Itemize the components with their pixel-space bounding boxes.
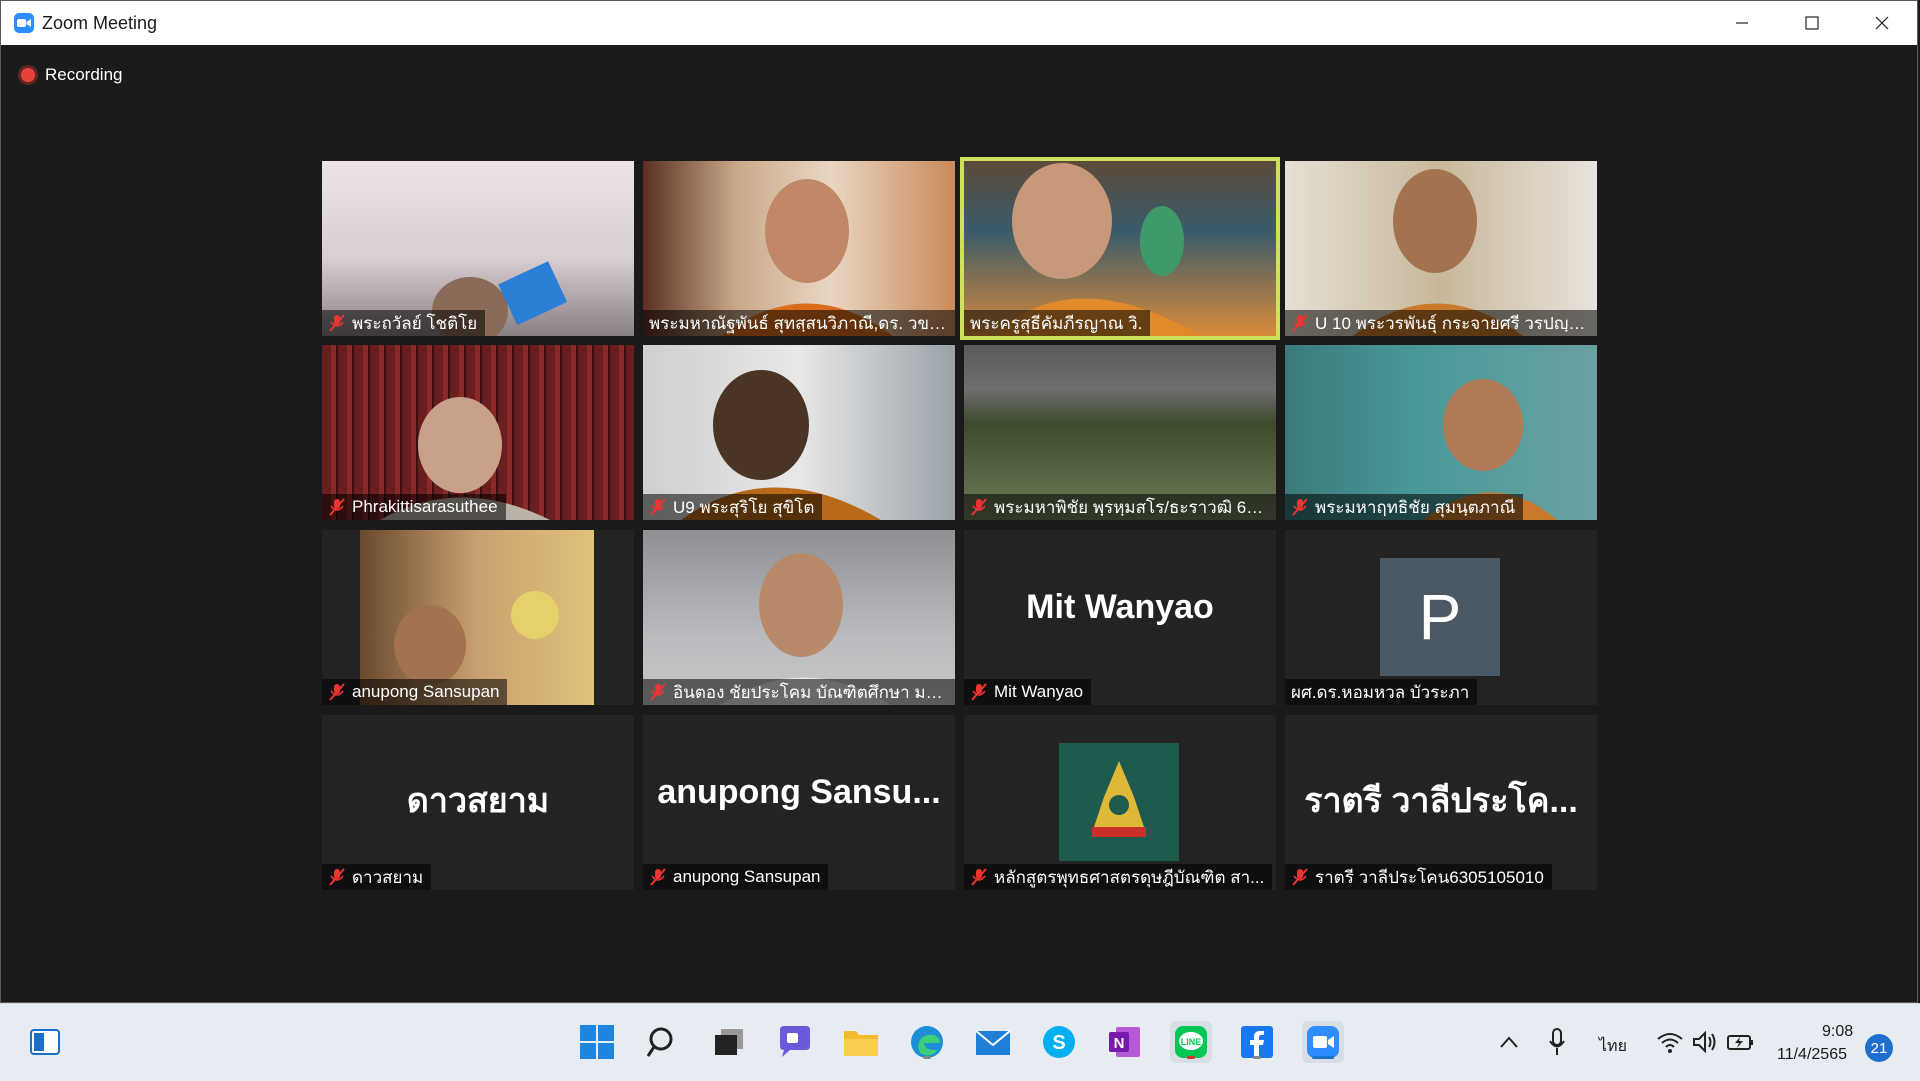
muted-mic-icon: [650, 498, 666, 516]
participant-name: Mit Wanyao: [994, 682, 1084, 701]
participant-name-bar: ผศ.ดร.หอมหวล บัวระภา: [1285, 679, 1478, 705]
participant-name-bar: ดาวสยาม: [322, 864, 432, 890]
participant-tile[interactable]: Mit Wanyao Mit Wanyao: [964, 530, 1276, 705]
muted-mic-icon: [971, 683, 987, 701]
task-view-icon[interactable]: [708, 1021, 750, 1063]
participant-name: ผศ.ดร.หอมหวล บัวระภา: [1291, 682, 1470, 702]
participant-name: anupong Sansupan: [673, 867, 821, 886]
participant-name-bar: พระมหาพิชัย พฺรหฺมสโร/ธะราวฒิ 63...: [964, 494, 1276, 520]
notification-indicator: [1187, 1056, 1195, 1059]
widgets-icon[interactable]: [24, 1021, 66, 1063]
teams-chat-icon[interactable]: [774, 1021, 816, 1063]
participant-name: อินตอง ชัยประโคม บัณฑิตศึกษา มจ...: [673, 682, 947, 702]
svg-text:LINE: LINE: [1181, 1037, 1202, 1047]
muted-mic-icon: [329, 868, 345, 886]
clock-time[interactable]: 9:08: [1822, 1023, 1853, 1041]
participant-tile[interactable]: U 10 พระวรพันธุ์ กระจายศรี วรปญฺโญ: [1285, 161, 1597, 336]
participant-name: ดาวสยาม: [352, 867, 424, 887]
microphone-icon[interactable]: [1542, 1021, 1572, 1063]
participant-name-bar: U9 พระสุริโย สุขิโต: [643, 494, 823, 520]
notification-badge[interactable]: 21: [1865, 1034, 1893, 1062]
participant-name-bar: พระครูสุธีคัมภีรญาณ วิ.: [964, 310, 1151, 336]
taskbar: S N LINE ไทย 9:08 11/4/2565 21: [0, 1003, 1920, 1081]
clock-date[interactable]: 11/4/2565: [1777, 1046, 1847, 1064]
muted-mic-icon: [650, 683, 666, 701]
participant-name: พระมหาณัฐพันธ์ สุทสฺสนวิภาณี,ดร. วข.ข...: [649, 313, 947, 333]
participant-tile[interactable]: พระมหาพิชัย พฺรหฺมสโร/ธะราวฒิ 63...: [964, 345, 1276, 520]
participant-name: พระมหาฤทธิชัย สุมนฺตภาณี: [1315, 497, 1516, 517]
speaker-icon[interactable]: [1690, 1021, 1720, 1063]
participant-name-bar: anupong Sansupan: [322, 679, 508, 705]
participant-display-name: ดาวสยาม: [406, 782, 550, 820]
avatar: P: [1380, 558, 1500, 676]
participant-display-name: anupong Sansu...: [657, 773, 941, 811]
running-indicator: [1253, 1056, 1261, 1059]
participant-name-bar: anupong Sansupan: [643, 864, 829, 890]
participant-name: U9 พระสุริโย สุขิโต: [673, 497, 815, 517]
participant-tile[interactable]: พระมหาณัฐพันธ์ สุทสฺสนวิภาณี,ดร. วข.ข...: [643, 161, 955, 336]
mail-icon[interactable]: [972, 1021, 1014, 1063]
svg-text:N: N: [1114, 1035, 1125, 1052]
participant-name-bar: ราตรี วาลีประโคน6305105010: [1285, 864, 1552, 890]
onenote-icon[interactable]: N: [1104, 1021, 1146, 1063]
participant-name-bar: พระมหาณัฐพันธ์ สุทสฺสนวิภาณี,ดร. วข.ข...: [643, 310, 955, 336]
participant-tile[interactable]: อินตอง ชัยประโคม บัณฑิตศึกษา มจ...: [643, 530, 955, 705]
muted-mic-icon: [329, 314, 345, 332]
participant-tile[interactable]: ดาวสยาม ดาวสยาม: [322, 715, 634, 890]
participant-name-bar: อินตอง ชัยประโคม บัณฑิตศึกษา มจ...: [643, 679, 955, 705]
edge-icon[interactable]: [906, 1021, 948, 1063]
facebook-icon[interactable]: [1236, 1021, 1278, 1063]
zoom-meeting-window: Zoom Meeting Recording พระถวัลย์ โชติโย …: [0, 0, 1918, 1003]
muted-mic-icon: [329, 683, 345, 701]
zoom-icon[interactable]: [1302, 1021, 1344, 1063]
skype-icon[interactable]: S: [1038, 1021, 1080, 1063]
participant-tile[interactable]: Phrakittisarasuthee: [322, 345, 634, 520]
participant-tile[interactable]: U9 พระสุริโย สุขิโต: [643, 345, 955, 520]
running-indicator: [923, 1056, 931, 1059]
muted-mic-icon: [971, 498, 987, 516]
participant-tile[interactable]: anupong Sansu... anupong Sansupan: [643, 715, 955, 890]
participant-name: anupong Sansupan: [352, 682, 500, 701]
muted-mic-icon: [971, 868, 987, 886]
chevron-up-icon[interactable]: [1494, 1021, 1524, 1063]
muted-mic-icon: [1292, 314, 1308, 332]
participant-tile[interactable]: anupong Sansupan: [322, 530, 634, 705]
participant-tile[interactable]: พระมหาฤทธิชัย สุมนฺตภาณี: [1285, 345, 1597, 520]
participant-tile-active-speaker[interactable]: พระครูสุธีคัมภีรญาณ วิ.: [960, 157, 1280, 340]
participant-name: Phrakittisarasuthee: [352, 497, 498, 516]
muted-mic-icon: [1292, 868, 1308, 886]
search-icon[interactable]: [642, 1021, 684, 1063]
participant-display-name: Mit Wanyao: [1026, 588, 1214, 626]
participant-name-bar: U 10 พระวรพันธุ์ กระจายศรี วรปญฺโญ: [1285, 310, 1597, 336]
svg-text:S: S: [1052, 1032, 1065, 1054]
participant-name: พระครูสุธีคัมภีรญาณ วิ.: [970, 313, 1143, 333]
line-icon[interactable]: LINE: [1170, 1021, 1212, 1063]
wifi-icon[interactable]: [1655, 1021, 1685, 1063]
participant-name-bar: พระมหาฤทธิชัย สุมนฺตภาณี: [1285, 494, 1524, 520]
active-app-indicator: [1312, 1056, 1334, 1059]
participant-name: หลักสูตรพุทธศาสตรดุษฎีบัณฑิต สา...: [994, 867, 1265, 887]
participant-name-bar: พระถวัลย์ โชติโย: [322, 310, 486, 336]
participant-tile[interactable]: พระถวัลย์ โชติโย: [322, 161, 634, 336]
participant-name-bar: Phrakittisarasuthee: [322, 494, 506, 520]
input-language-indicator[interactable]: ไทย: [1599, 1034, 1627, 1059]
participant-name-bar: Mit Wanyao: [964, 679, 1092, 705]
participant-name: พระมหาพิชัย พฺรหฺมสโร/ธะราวฒิ 63...: [994, 497, 1268, 517]
participant-name: ราตรี วาลีประโคน6305105010: [1315, 867, 1544, 887]
participant-tile[interactable]: ราตรี วาลีประโค... ราตรี วาลีประโคน63051…: [1285, 715, 1597, 890]
university-logo: [1059, 743, 1179, 861]
participant-tile[interactable]: หลักสูตรพุทธศาสตรดุษฎีบัณฑิต สา...: [964, 715, 1276, 890]
battery-charging-icon[interactable]: [1726, 1021, 1756, 1063]
video-grid: พระถวัลย์ โชติโย พระมหาณัฐพันธ์ สุทสฺสนว…: [1, 1, 1920, 1004]
participant-name-bar: หลักสูตรพุทธศาสตรดุษฎีบัณฑิต สา...: [964, 864, 1273, 890]
start-icon[interactable]: [576, 1021, 618, 1063]
muted-mic-icon: [1292, 498, 1308, 516]
participant-name: U 10 พระวรพันธุ์ กระจายศรี วรปญฺโญ: [1315, 313, 1589, 333]
participant-tile[interactable]: P ผศ.ดร.หอมหวล บัวระภา: [1285, 530, 1597, 705]
participant-name: พระถวัลย์ โชติโย: [352, 313, 478, 333]
file-explorer-icon[interactable]: [840, 1021, 882, 1063]
muted-mic-icon: [650, 868, 666, 886]
muted-mic-icon: [329, 498, 345, 516]
participant-display-name: ราตรี วาลีประโค...: [1304, 782, 1578, 820]
